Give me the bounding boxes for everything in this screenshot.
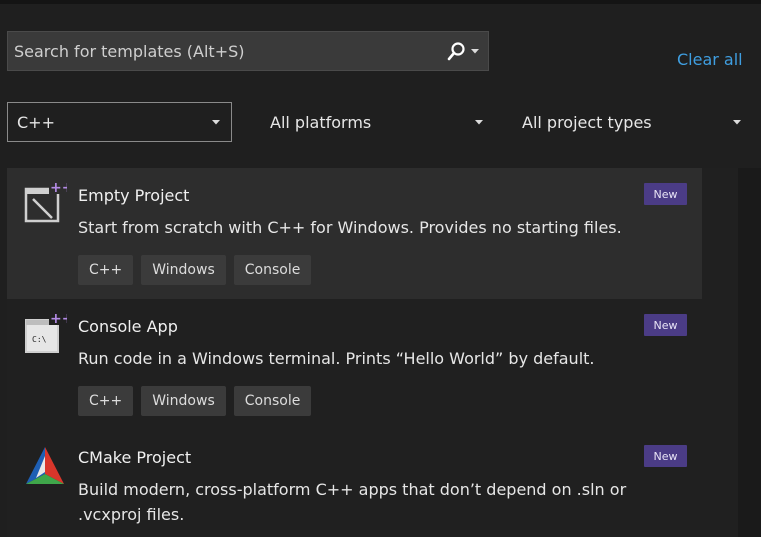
template-item-empty-project[interactable]: ++ Empty Project Start from scratch with…: [7, 168, 702, 299]
new-badge: New: [644, 183, 687, 205]
chevron-down-icon: [733, 120, 741, 125]
language-filter[interactable]: C++: [7, 102, 232, 142]
empty-project-icon: ++: [24, 180, 67, 223]
template-item-console-app[interactable]: C:\ ++ Console App Run code in a Windows…: [7, 299, 702, 430]
tag-windows: Windows: [141, 255, 226, 285]
svg-text:++: ++: [50, 180, 67, 196]
new-badge: New: [644, 445, 687, 467]
project-type-filter-value: All project types: [522, 112, 652, 132]
console-app-icon: C:\ ++: [25, 311, 67, 353]
clear-all-link[interactable]: Clear all: [677, 50, 743, 69]
template-title: Empty Project: [78, 186, 190, 205]
project-type-filter[interactable]: All project types: [514, 102, 752, 142]
template-title: CMake Project: [78, 448, 192, 467]
title-bar-edge: [0, 0, 761, 4]
tag-console: Console: [233, 386, 312, 416]
cmake-icon: [26, 447, 64, 484]
new-badge: New: [644, 314, 687, 336]
template-title: Console App: [78, 317, 178, 336]
template-list: ++ Empty Project Start from scratch with…: [7, 168, 738, 537]
chevron-down-icon: [475, 120, 483, 125]
template-description: Run code in a Windows terminal. Prints “…: [78, 349, 595, 368]
template-item-cmake-project[interactable]: CMake Project Build modern, cross-platfo…: [7, 430, 702, 537]
tag-windows: Windows: [141, 386, 226, 416]
template-tags: C++ Windows Console: [78, 386, 312, 416]
chevron-down-icon: [212, 120, 220, 125]
search-box[interactable]: [7, 31, 489, 71]
chevron-down-icon[interactable]: [469, 45, 481, 57]
console-icon-text: C:\: [32, 335, 47, 344]
platform-filter-value: All platforms: [270, 112, 372, 132]
language-filter-value: C++: [17, 112, 55, 132]
search-icon[interactable]: [445, 40, 467, 62]
tag-cpp: C++: [78, 386, 134, 416]
platform-filter[interactable]: All platforms: [262, 102, 494, 142]
svg-text:++: ++: [50, 311, 67, 327]
template-description: Build modern, cross-platform C++ apps th…: [78, 480, 627, 524]
tag-console: Console: [233, 255, 312, 285]
template-tags: C++ Windows Console: [78, 255, 312, 285]
template-description: Start from scratch with C++ for Windows.…: [78, 218, 622, 237]
search-input[interactable]: [8, 32, 445, 70]
vertical-scrollbar[interactable]: [738, 168, 761, 537]
tag-cpp: C++: [78, 255, 134, 285]
